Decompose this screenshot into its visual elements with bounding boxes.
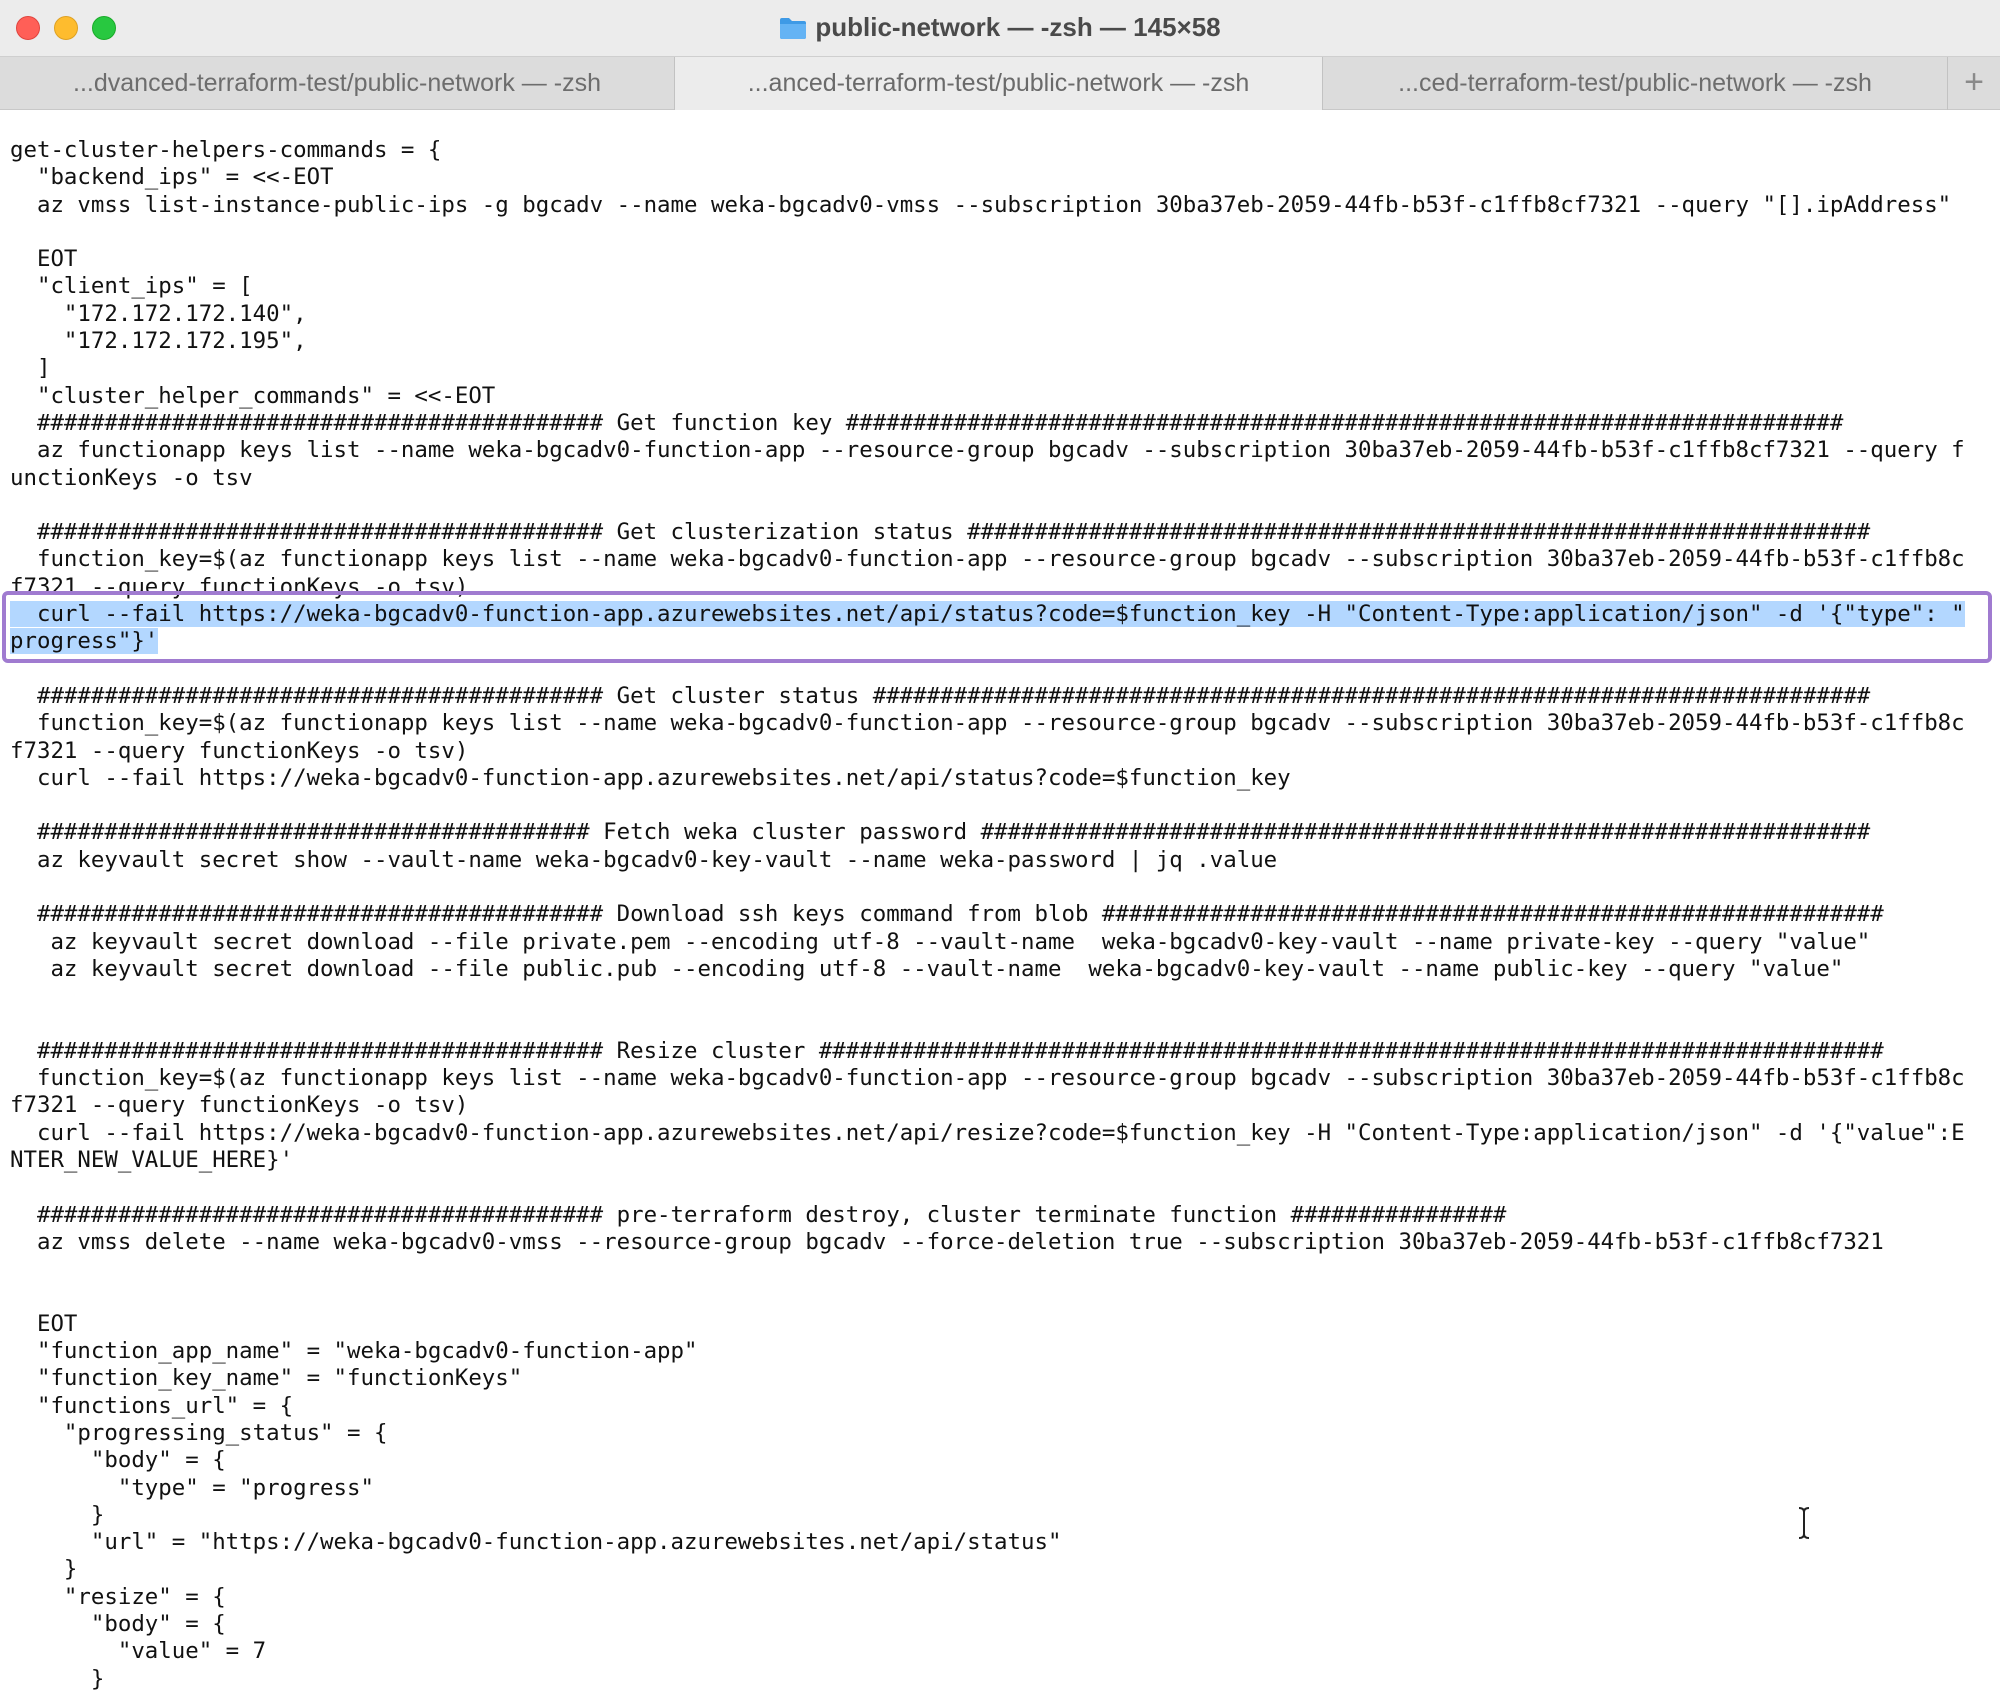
tab-1[interactable]: ...dvanced-terraform-test/public-network… xyxy=(0,57,675,110)
terminal-line: unctionKeys -o tsv xyxy=(10,464,253,491)
window-title: public-network — -zsh — 145×58 xyxy=(0,10,2000,44)
selection-highlight-box xyxy=(2,591,1992,663)
terminal-line: ########################################… xyxy=(10,519,1871,546)
terminal-line: "body" = { xyxy=(10,1447,226,1474)
terminal-line: "type" = "progress" xyxy=(10,1474,374,1501)
terminal-line: ########################################… xyxy=(10,819,1871,846)
terminal-line: "cluster_helper_commands" = <<-EOT xyxy=(10,382,496,409)
terminal-line: get-cluster-helpers-commands = { xyxy=(10,137,442,163)
terminal-line: az vmss delete --name weka-bgcadv0-vmss … xyxy=(10,1228,1884,1255)
terminal-line: az vmss list-instance-public-ips -g bgca… xyxy=(10,191,1952,218)
terminal-line: ########################################… xyxy=(10,1201,1507,1228)
terminal-line: } xyxy=(10,1665,105,1692)
tab-label: ...dvanced-terraform-test/public-network… xyxy=(73,69,601,97)
terminal-output[interactable]: get-cluster-helpers-commands = { "backen… xyxy=(10,137,1995,1693)
terminal-line: function_key=$(az functionapp keys list … xyxy=(10,546,1965,573)
terminal-line: ########################################… xyxy=(10,409,1844,436)
terminal-line: "functions_url" = { xyxy=(10,1392,294,1419)
window-title-text: public-network — -zsh — 145×58 xyxy=(815,12,1221,42)
terminal-line: "172.172.172.140", xyxy=(10,300,307,327)
terminal-line: ########################################… xyxy=(10,682,1871,709)
terminal-line: } xyxy=(10,1556,78,1583)
terminal-line: ] xyxy=(10,355,51,382)
terminal-line: EOT xyxy=(10,1310,78,1337)
terminal-line: function_key=$(az functionapp keys list … xyxy=(10,710,1965,737)
terminal-line: function_key=$(az functionapp keys list … xyxy=(10,1065,1965,1092)
new-tab-button[interactable]: + xyxy=(1948,57,2000,110)
terminal-line: f7321 --query functionKeys -o tsv) xyxy=(10,737,469,764)
terminal-line: "resize" = { xyxy=(10,1583,226,1610)
folder-icon xyxy=(780,18,807,39)
terminal-line: az functionapp keys list --name weka-bgc… xyxy=(10,437,1965,464)
terminal-line: "progressing_status" = { xyxy=(10,1419,388,1446)
terminal-line: curl --fail https://weka-bgcadv0-functio… xyxy=(10,1119,1965,1146)
terminal-line: az keyvault secret download --file publi… xyxy=(10,955,1844,982)
tab-bar: ...dvanced-terraform-test/public-network… xyxy=(0,56,2000,110)
tab-label: ...ced-terraform-test/public-network — -… xyxy=(1398,69,1872,97)
terminal-line: EOT xyxy=(10,246,78,273)
terminal-line: "body" = { xyxy=(10,1611,226,1638)
terminal-line: "url" = "https://weka-bgcadv0-function-a… xyxy=(10,1529,1062,1556)
terminal-line: curl --fail https://weka-bgcadv0-functio… xyxy=(10,764,1291,791)
terminal-line: az keyvault secret download --file priva… xyxy=(10,928,1871,955)
terminal-line: "backend_ips" = <<-EOT xyxy=(10,164,334,191)
terminal-line: ########################################… xyxy=(10,901,1884,928)
terminal-line: "function_key_name" = "functionKeys" xyxy=(10,1365,523,1392)
terminal-line: NTER_NEW_VALUE_HERE}' xyxy=(10,1146,294,1173)
terminal-line: "value" = 7 xyxy=(10,1638,267,1665)
terminal-line: az keyvault secret show --vault-name wek… xyxy=(10,846,1278,873)
terminal-line: f7321 --query functionKeys -o tsv) xyxy=(10,1092,469,1119)
text-cursor-icon xyxy=(1795,1506,1813,1540)
terminal-line: "client_ips" = [ xyxy=(10,273,253,300)
tab-3[interactable]: ...ced-terraform-test/public-network — -… xyxy=(1323,57,1948,110)
tab-2[interactable]: ...anced-terraform-test/public-network —… xyxy=(675,57,1323,110)
terminal-line: ########################################… xyxy=(10,1037,1884,1064)
title-bar: public-network — -zsh — 145×58 xyxy=(0,0,2000,56)
tab-label: ...anced-terraform-test/public-network —… xyxy=(747,69,1250,97)
terminal-line: "function_app_name" = "weka-bgcadv0-func… xyxy=(10,1338,698,1365)
terminal-line: "172.172.172.195", xyxy=(10,328,307,355)
terminal-line: } xyxy=(10,1501,105,1528)
